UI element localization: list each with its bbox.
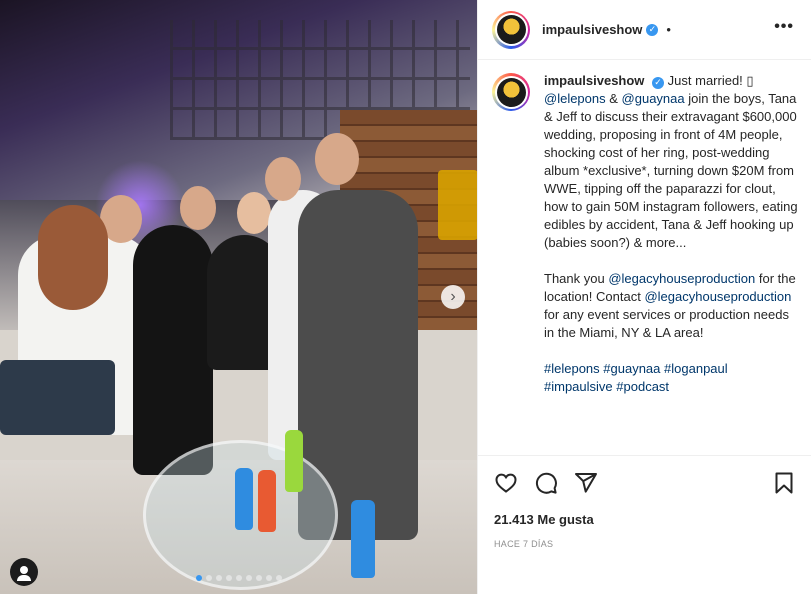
- caption-body: join the boys, Tana & Jeff to discuss th…: [544, 91, 798, 250]
- photo-person-5-head: [315, 133, 359, 185]
- caption-amp: &: [605, 91, 622, 106]
- carousel-dot: [245, 575, 252, 581]
- photo-person-2: [133, 225, 213, 475]
- share-icon: [575, 473, 597, 493]
- caption-avatar-image: [496, 77, 526, 107]
- like-button[interactable]: [494, 471, 518, 495]
- header-separator: •: [666, 22, 671, 37]
- caption-username[interactable]: impaulsiveshow: [544, 73, 644, 88]
- mention-lelepons[interactable]: @lelepons: [544, 91, 606, 106]
- photo-yellow-sign: [438, 170, 477, 240]
- share-button[interactable]: [574, 471, 598, 495]
- caption-row: impaulsiveshow ✓ Just married! ▯ @lelepo…: [492, 72, 798, 396]
- user-icon: [17, 566, 31, 581]
- save-button[interactable]: [772, 471, 796, 495]
- carousel-next-button[interactable]: ›: [441, 285, 465, 309]
- photo-bottle-green: [285, 430, 303, 492]
- instagram-post: › impaulsiveshow ✓ • ••• impaulsiveshow …: [0, 0, 811, 594]
- carousel-indicator: [0, 575, 477, 581]
- hashtag-impaulsive[interactable]: #impaulsive: [544, 379, 613, 394]
- verified-badge-icon: ✓: [646, 23, 659, 36]
- caption-area: impaulsiveshow ✓ Just married! ▯ @lelepo…: [478, 60, 811, 455]
- mention-legacyhouseproduction-1[interactable]: @legacyhouseproduction: [608, 271, 755, 286]
- carousel-dot: [195, 575, 202, 581]
- carousel-dot: [275, 575, 282, 581]
- more-options-icon[interactable]: •••: [774, 18, 794, 36]
- tagged-users-button[interactable]: [10, 558, 38, 586]
- caption-verified-badge-icon: ✓: [652, 76, 665, 89]
- hashtag-podcast[interactable]: #podcast: [616, 379, 669, 394]
- carousel-dot: [215, 575, 222, 581]
- bookmark-icon: [775, 472, 793, 494]
- avatar-image: [496, 15, 526, 44]
- photo-dog: [38, 205, 108, 310]
- photo-person-2-head: [180, 186, 216, 230]
- likes-count[interactable]: 21.413 Me gusta: [494, 512, 796, 527]
- mention-guaynaa[interactable]: @guaynaa: [622, 91, 685, 106]
- post-header: impaulsiveshow ✓ • •••: [478, 0, 811, 60]
- heart-icon: [495, 473, 517, 493]
- carousel-dot: [255, 575, 262, 581]
- photo-person-3-head: [237, 192, 271, 234]
- post-photo[interactable]: ›: [0, 0, 477, 594]
- post-side-panel: impaulsiveshow ✓ • ••• impaulsiveshow ✓ …: [477, 0, 811, 594]
- chevron-right-icon: ›: [450, 288, 456, 305]
- caption-text: impaulsiveshow ✓ Just married! ▯ @lelepo…: [544, 72, 798, 396]
- header-username[interactable]: impaulsiveshow: [542, 22, 642, 37]
- comment-icon: [535, 472, 557, 494]
- thanks-end: for any event services or production nee…: [544, 307, 789, 340]
- hashtag-lelepons[interactable]: #lelepons: [544, 361, 600, 376]
- mention-legacyhouseproduction-2[interactable]: @legacyhouseproduction: [644, 289, 791, 304]
- hashtag-loganpaul[interactable]: #loganpaul: [664, 361, 728, 376]
- thanks-prefix: Thank you: [544, 271, 609, 286]
- post-actions: 21.413 Me gusta HACE 7 DÍAS: [478, 455, 811, 549]
- carousel-dot: [205, 575, 212, 581]
- carousel-dot: [225, 575, 232, 581]
- carousel-dot: [265, 575, 272, 581]
- photo-bottle-blue: [235, 468, 253, 530]
- avatar[interactable]: [492, 10, 530, 49]
- carousel-dot: [235, 575, 242, 581]
- post-date[interactable]: HACE 7 DÍAS: [494, 539, 796, 549]
- hashtags: #lelepons #guaynaa #loganpaul #impaulsiv…: [544, 360, 798, 396]
- hashtag-guaynaa[interactable]: #guaynaa: [603, 361, 660, 376]
- caption-headline: Just married! ▯: [664, 73, 754, 88]
- photo-person-4-head: [265, 157, 301, 201]
- photo-person-1-shorts: [0, 360, 115, 435]
- action-icons: [494, 468, 796, 498]
- photo-bottle-blue-floor: [351, 500, 375, 578]
- photo-bottle-orange: [258, 470, 276, 532]
- caption-avatar[interactable]: [492, 73, 530, 111]
- comment-button[interactable]: [534, 471, 558, 495]
